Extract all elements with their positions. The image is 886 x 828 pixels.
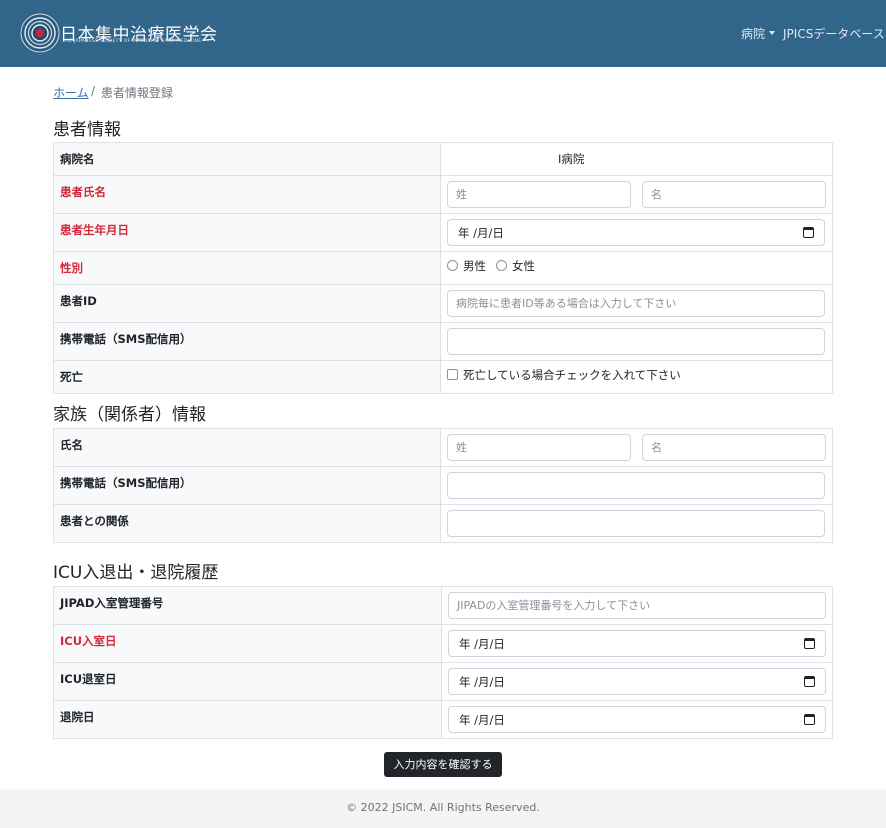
icu-admit-input[interactable]: 年 /月/日 xyxy=(448,630,826,657)
breadcrumb-current: 患者情報登録 xyxy=(101,86,174,100)
sex-label: 性別 xyxy=(53,251,441,285)
male-radio-label[interactable]: 男性 xyxy=(463,258,486,274)
patient-section-title: 患者情報 xyxy=(53,120,121,140)
hospital-name-label: 病院名 xyxy=(53,142,441,176)
patient-dob-label: 患者生年月日 xyxy=(53,213,441,252)
calendar-icon[interactable] xyxy=(804,638,815,649)
relation-input[interactable] xyxy=(447,510,825,537)
calendar-icon[interactable] xyxy=(803,227,814,238)
patient-dob-value: 年 /月/日 xyxy=(458,225,504,240)
death-checkbox-label[interactable]: 死亡している場合チェックを入れて下さい xyxy=(463,367,681,383)
female-radio[interactable] xyxy=(496,260,507,271)
icu-discharge-label: ICU退室日 xyxy=(53,662,442,701)
patient-info-table: 病院名 I病院 患者氏名 姓 名 患者生年月日 年 /月/日 性別 男性 女性 xyxy=(53,142,833,394)
family-last-name-input[interactable]: 姓 xyxy=(447,434,631,461)
jipad-label: JIPAD入室管理番号 xyxy=(53,586,442,625)
calendar-icon[interactable] xyxy=(804,676,815,687)
hospital-dropdown[interactable]: 病院 xyxy=(741,25,765,42)
family-first-name-input[interactable]: 名 xyxy=(642,434,826,461)
patient-name-label: 患者氏名 xyxy=(53,175,441,214)
family-name-label: 氏名 xyxy=(53,428,441,467)
patient-dob-input[interactable]: 年 /月/日 xyxy=(447,219,825,246)
icu-admit-value: 年 /月/日 xyxy=(459,636,505,651)
icu-discharge-value: 年 /月/日 xyxy=(459,674,505,689)
brand-subtitle: THE JAPANESE SOCIETY OF INTENSIVE CARE M… xyxy=(62,39,202,44)
icu-history-table: JIPAD入室管理番号 JIPADの入室管理番号を入力して下さい ICU入室日 … xyxy=(53,586,833,739)
hospital-discharge-value: 年 /月/日 xyxy=(459,712,505,727)
patient-first-name-input[interactable]: 名 xyxy=(642,181,826,208)
patient-id-label: 患者ID xyxy=(53,284,441,323)
icu-section-title: ICU入退出・退院履歴 xyxy=(53,563,219,583)
jipad-input[interactable]: JIPADの入室管理番号を入力して下さい xyxy=(448,592,826,619)
footer: © 2022 JSICM. All Rights Reserved. xyxy=(0,789,886,828)
female-radio-label[interactable]: 女性 xyxy=(512,258,535,274)
patient-phone-label: 携帯電話（SMS配信用） xyxy=(53,322,441,361)
family-phone-label: 携帯電話（SMS配信用） xyxy=(53,466,441,505)
patient-last-name-input[interactable]: 姓 xyxy=(447,181,631,208)
death-checkbox[interactable] xyxy=(447,369,458,380)
confirm-submit-button[interactable]: 入力内容を確認する xyxy=(384,752,502,777)
icu-discharge-input[interactable]: 年 /月/日 xyxy=(448,668,826,695)
navbar: 日本集中治療医学会 THE JAPANESE SOCIETY OF INTENS… xyxy=(0,0,886,67)
icu-admit-label: ICU入室日 xyxy=(53,624,442,663)
relation-label: 患者との関係 xyxy=(53,504,441,543)
breadcrumb-separator: / xyxy=(91,84,96,98)
hospital-discharge-input[interactable]: 年 /月/日 xyxy=(448,706,826,733)
breadcrumb-home-link[interactable]: ホーム xyxy=(53,84,89,101)
death-label: 死亡 xyxy=(53,360,441,394)
calendar-icon[interactable] xyxy=(804,714,815,725)
patient-id-input[interactable]: 病院毎に患者ID等ある場合は入力して下さい xyxy=(447,290,825,317)
hospital-discharge-label: 退院日 xyxy=(53,700,442,739)
caret-down-icon[interactable] xyxy=(769,31,775,35)
family-info-table: 氏名 姓 名 携帯電話（SMS配信用） 患者との関係 xyxy=(53,428,833,543)
footer-copyright: © 2022 JSICM. All Rights Reserved. xyxy=(346,801,540,814)
hospital-name-value: I病院 xyxy=(558,152,585,166)
nav-link-database[interactable]: JPICSデータベース xyxy=(783,25,885,42)
family-section-title: 家族（関係者）情報 xyxy=(53,405,206,425)
society-logo-icon[interactable] xyxy=(20,13,60,53)
patient-phone-input[interactable] xyxy=(447,328,825,355)
family-phone-input[interactable] xyxy=(447,472,825,499)
male-radio[interactable] xyxy=(447,260,458,271)
